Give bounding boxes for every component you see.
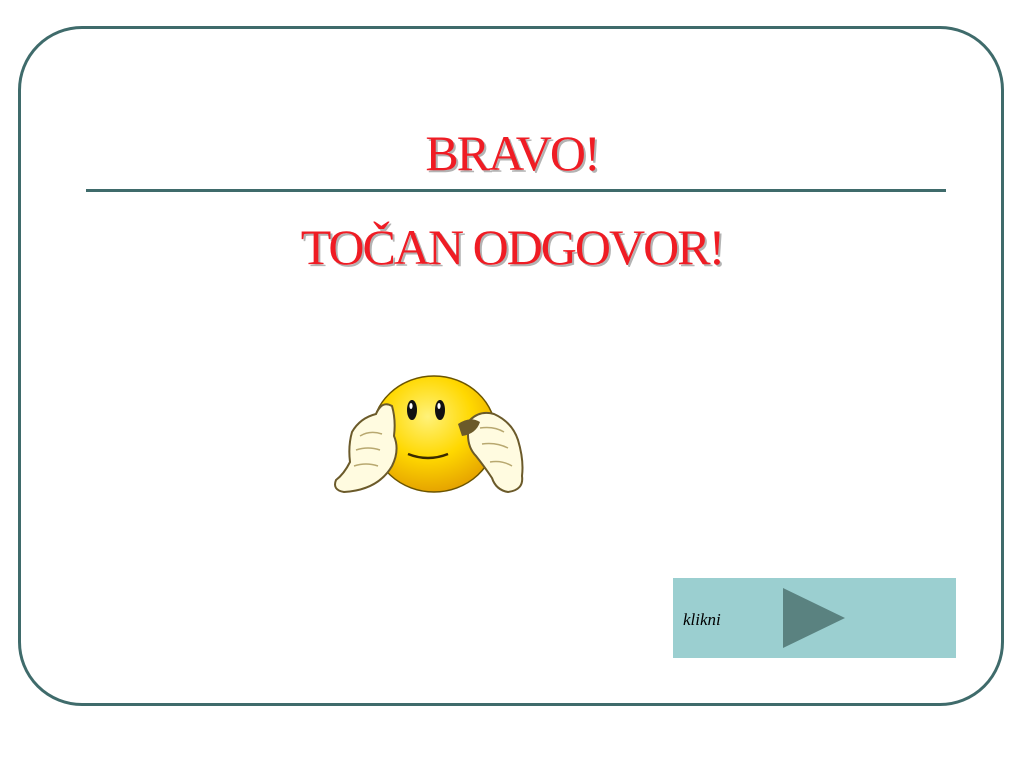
play-arrow-icon[interactable] — [783, 588, 845, 648]
title-correct-answer: TOČAN ODGOVOR! — [0, 218, 1024, 276]
smiley-hands-on-face-icon — [334, 375, 524, 494]
title-bravo: BRAVO! — [0, 124, 1024, 182]
next-slide-button[interactable]: klikni — [673, 578, 956, 658]
title-correct-answer-text: TOČAN ODGOVOR! — [300, 219, 725, 275]
title-divider — [86, 189, 946, 192]
next-slide-label: klikni — [683, 610, 721, 629]
slide: BRAVO! TOČAN ODGOVOR! klikni — [0, 0, 1024, 768]
title-bravo-text: BRAVO! — [425, 125, 600, 181]
